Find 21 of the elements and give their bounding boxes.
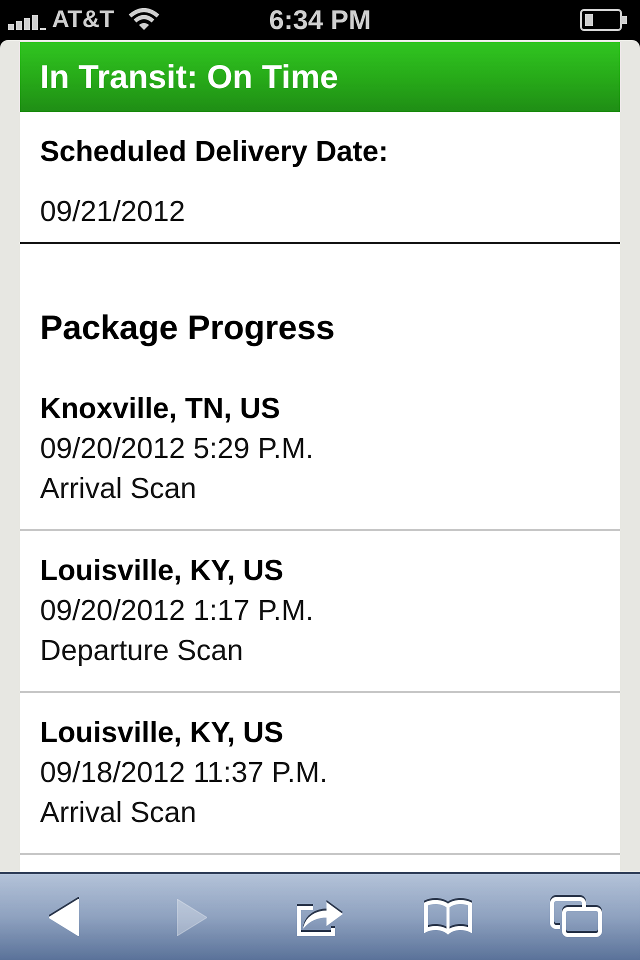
- event-activity: Arrival Scan: [40, 472, 198, 507]
- delivery-date: 09/21/2012: [40, 195, 186, 230]
- status-banner: In Transit: On Time: [20, 42, 620, 112]
- overlapping-squares-icon[interactable]: [550, 897, 602, 937]
- delivery-date-label: Scheduled Delivery Date:: [40, 135, 390, 170]
- clock-time: 6:34 PM: [268, 4, 372, 37]
- battery-icon: [580, 9, 628, 31]
- event-location: Knoxville, TN, US: [40, 392, 282, 427]
- event-activity: Arrival Scan: [40, 796, 198, 831]
- signal-bars-icon: [8, 14, 46, 30]
- event-location: Louisville, KY, US: [40, 716, 284, 751]
- event-location: Louisville, KY, US: [40, 554, 284, 589]
- event-activity: Departure Scan: [40, 634, 244, 669]
- book-icon[interactable]: [424, 899, 472, 935]
- carrier-name: AT&T: [52, 5, 114, 35]
- wifi-icon: [128, 8, 160, 30]
- event-datetime: 09/20/2012 5:29 P.M.: [40, 432, 315, 467]
- event-datetime: 09/20/2012 1:17 P.M.: [40, 594, 315, 629]
- event-datetime: 09/18/2012 11:37 P.M.: [40, 756, 329, 791]
- left-triangle-icon[interactable]: [49, 898, 79, 936]
- section-heading: Package Progress: [40, 308, 336, 349]
